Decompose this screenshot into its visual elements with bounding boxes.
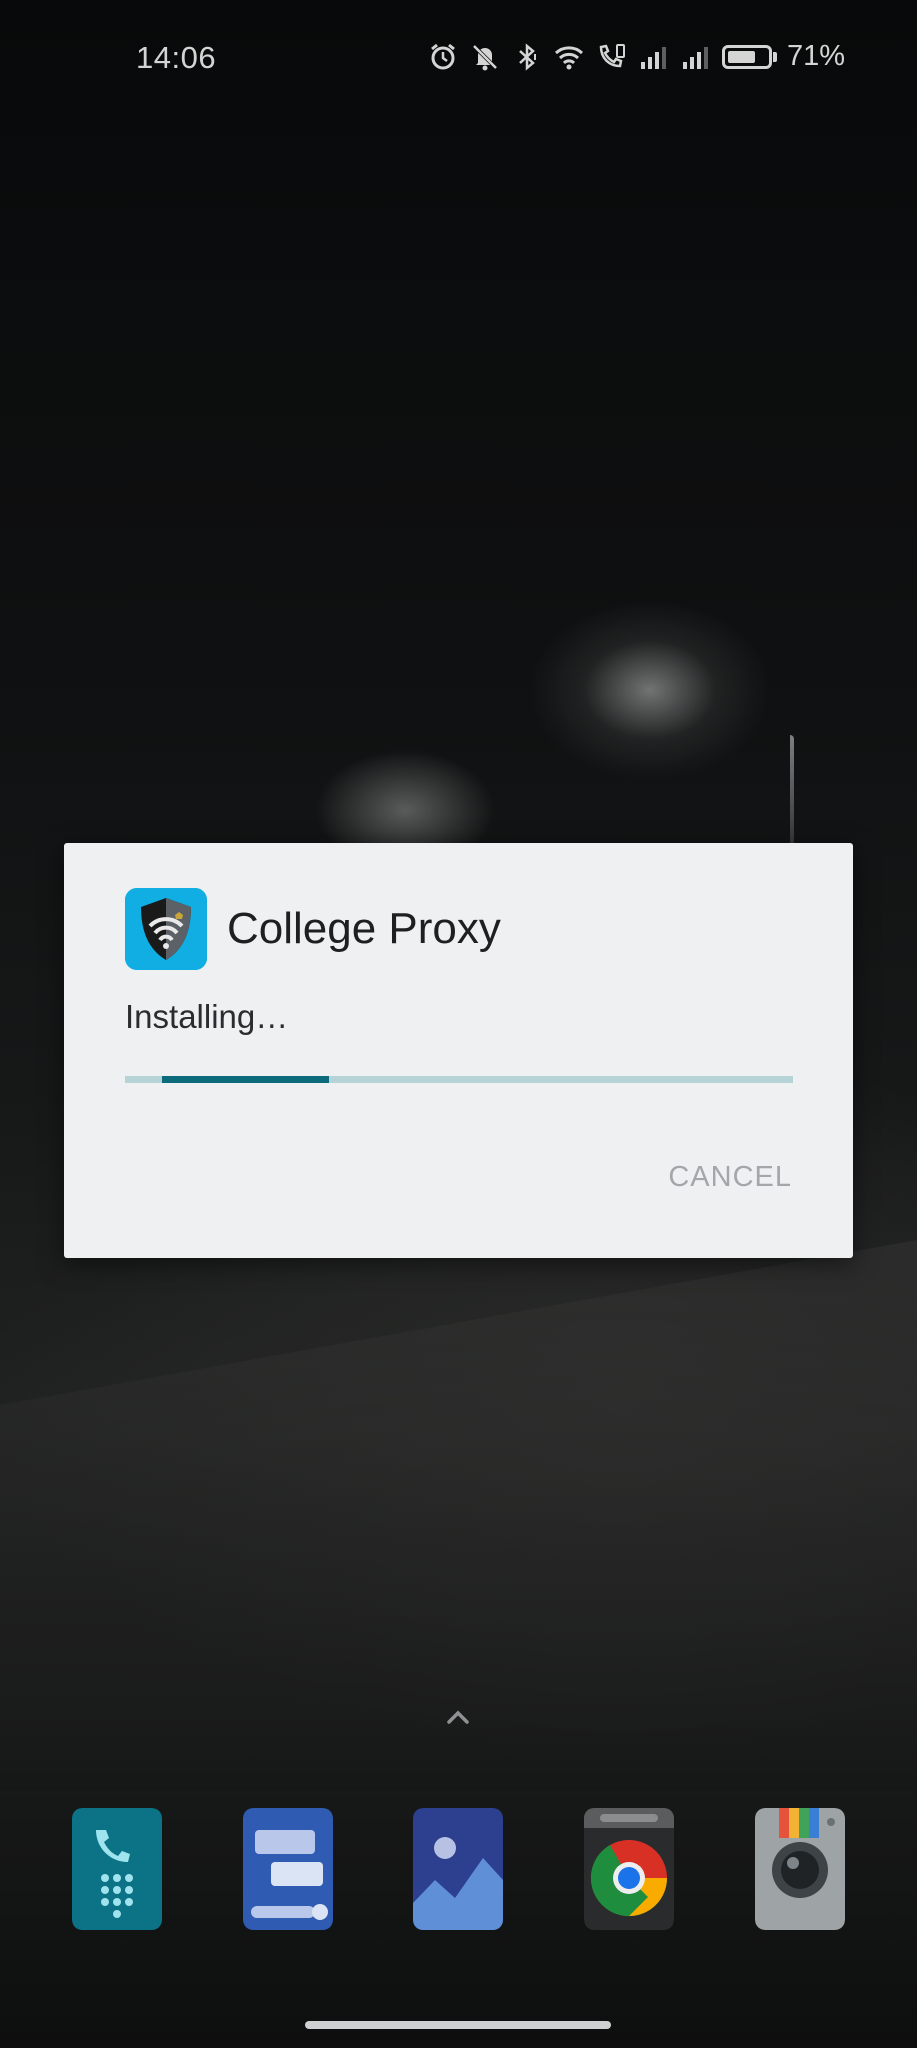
chrome-app-icon[interactable] <box>584 1808 674 1930</box>
install-status-text: Installing… <box>125 998 289 1035</box>
cancel-button[interactable]: CANCEL <box>668 1161 792 1194</box>
gallery-app-icon[interactable] <box>413 1808 503 1930</box>
messages-app-icon[interactable] <box>243 1808 333 1930</box>
camera-app-icon[interactable] <box>755 1808 845 1930</box>
install-dialog: College Proxy Installing… CANCEL <box>64 843 853 1258</box>
app-dock <box>0 1808 917 1932</box>
dialog-app-name: College Proxy <box>227 904 501 953</box>
phone-app-icon[interactable] <box>72 1808 162 1930</box>
install-progress-bar <box>125 1076 793 1083</box>
app-drawer-chevron-up-icon[interactable] <box>441 1700 475 1734</box>
install-progress-indicator <box>162 1076 329 1083</box>
gesture-navigation-handle[interactable] <box>305 2021 611 2029</box>
app-shield-wifi-icon <box>125 888 207 970</box>
